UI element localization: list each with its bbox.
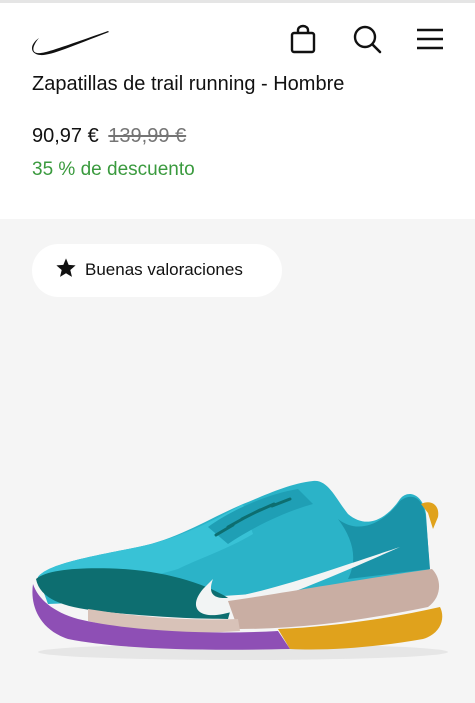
shoe-image[interactable] xyxy=(28,469,453,669)
discount-label: 35 % de descuento xyxy=(32,159,195,180)
product-title-area: Zapatillas de trail running - Hombre xyxy=(0,67,475,97)
rating-badge: Buenas valoraciones xyxy=(32,244,282,297)
product-gallery[interactable]: Buenas valoraciones xyxy=(0,219,475,703)
product-title: Zapatillas de trail running - Hombre xyxy=(32,73,345,95)
original-price: 139,99 € xyxy=(108,125,187,147)
nike-swoosh-icon[interactable] xyxy=(30,25,110,57)
price-block: 90,97 € 139,99 € xyxy=(32,123,186,149)
menu-icon[interactable] xyxy=(414,23,446,55)
bag-icon[interactable] xyxy=(287,23,319,55)
search-icon[interactable] xyxy=(351,23,383,55)
rating-badge-label: Buenas valoraciones xyxy=(85,260,243,279)
current-price: 90,97 € xyxy=(32,125,99,147)
star-icon xyxy=(55,257,77,279)
site-header xyxy=(0,3,475,67)
